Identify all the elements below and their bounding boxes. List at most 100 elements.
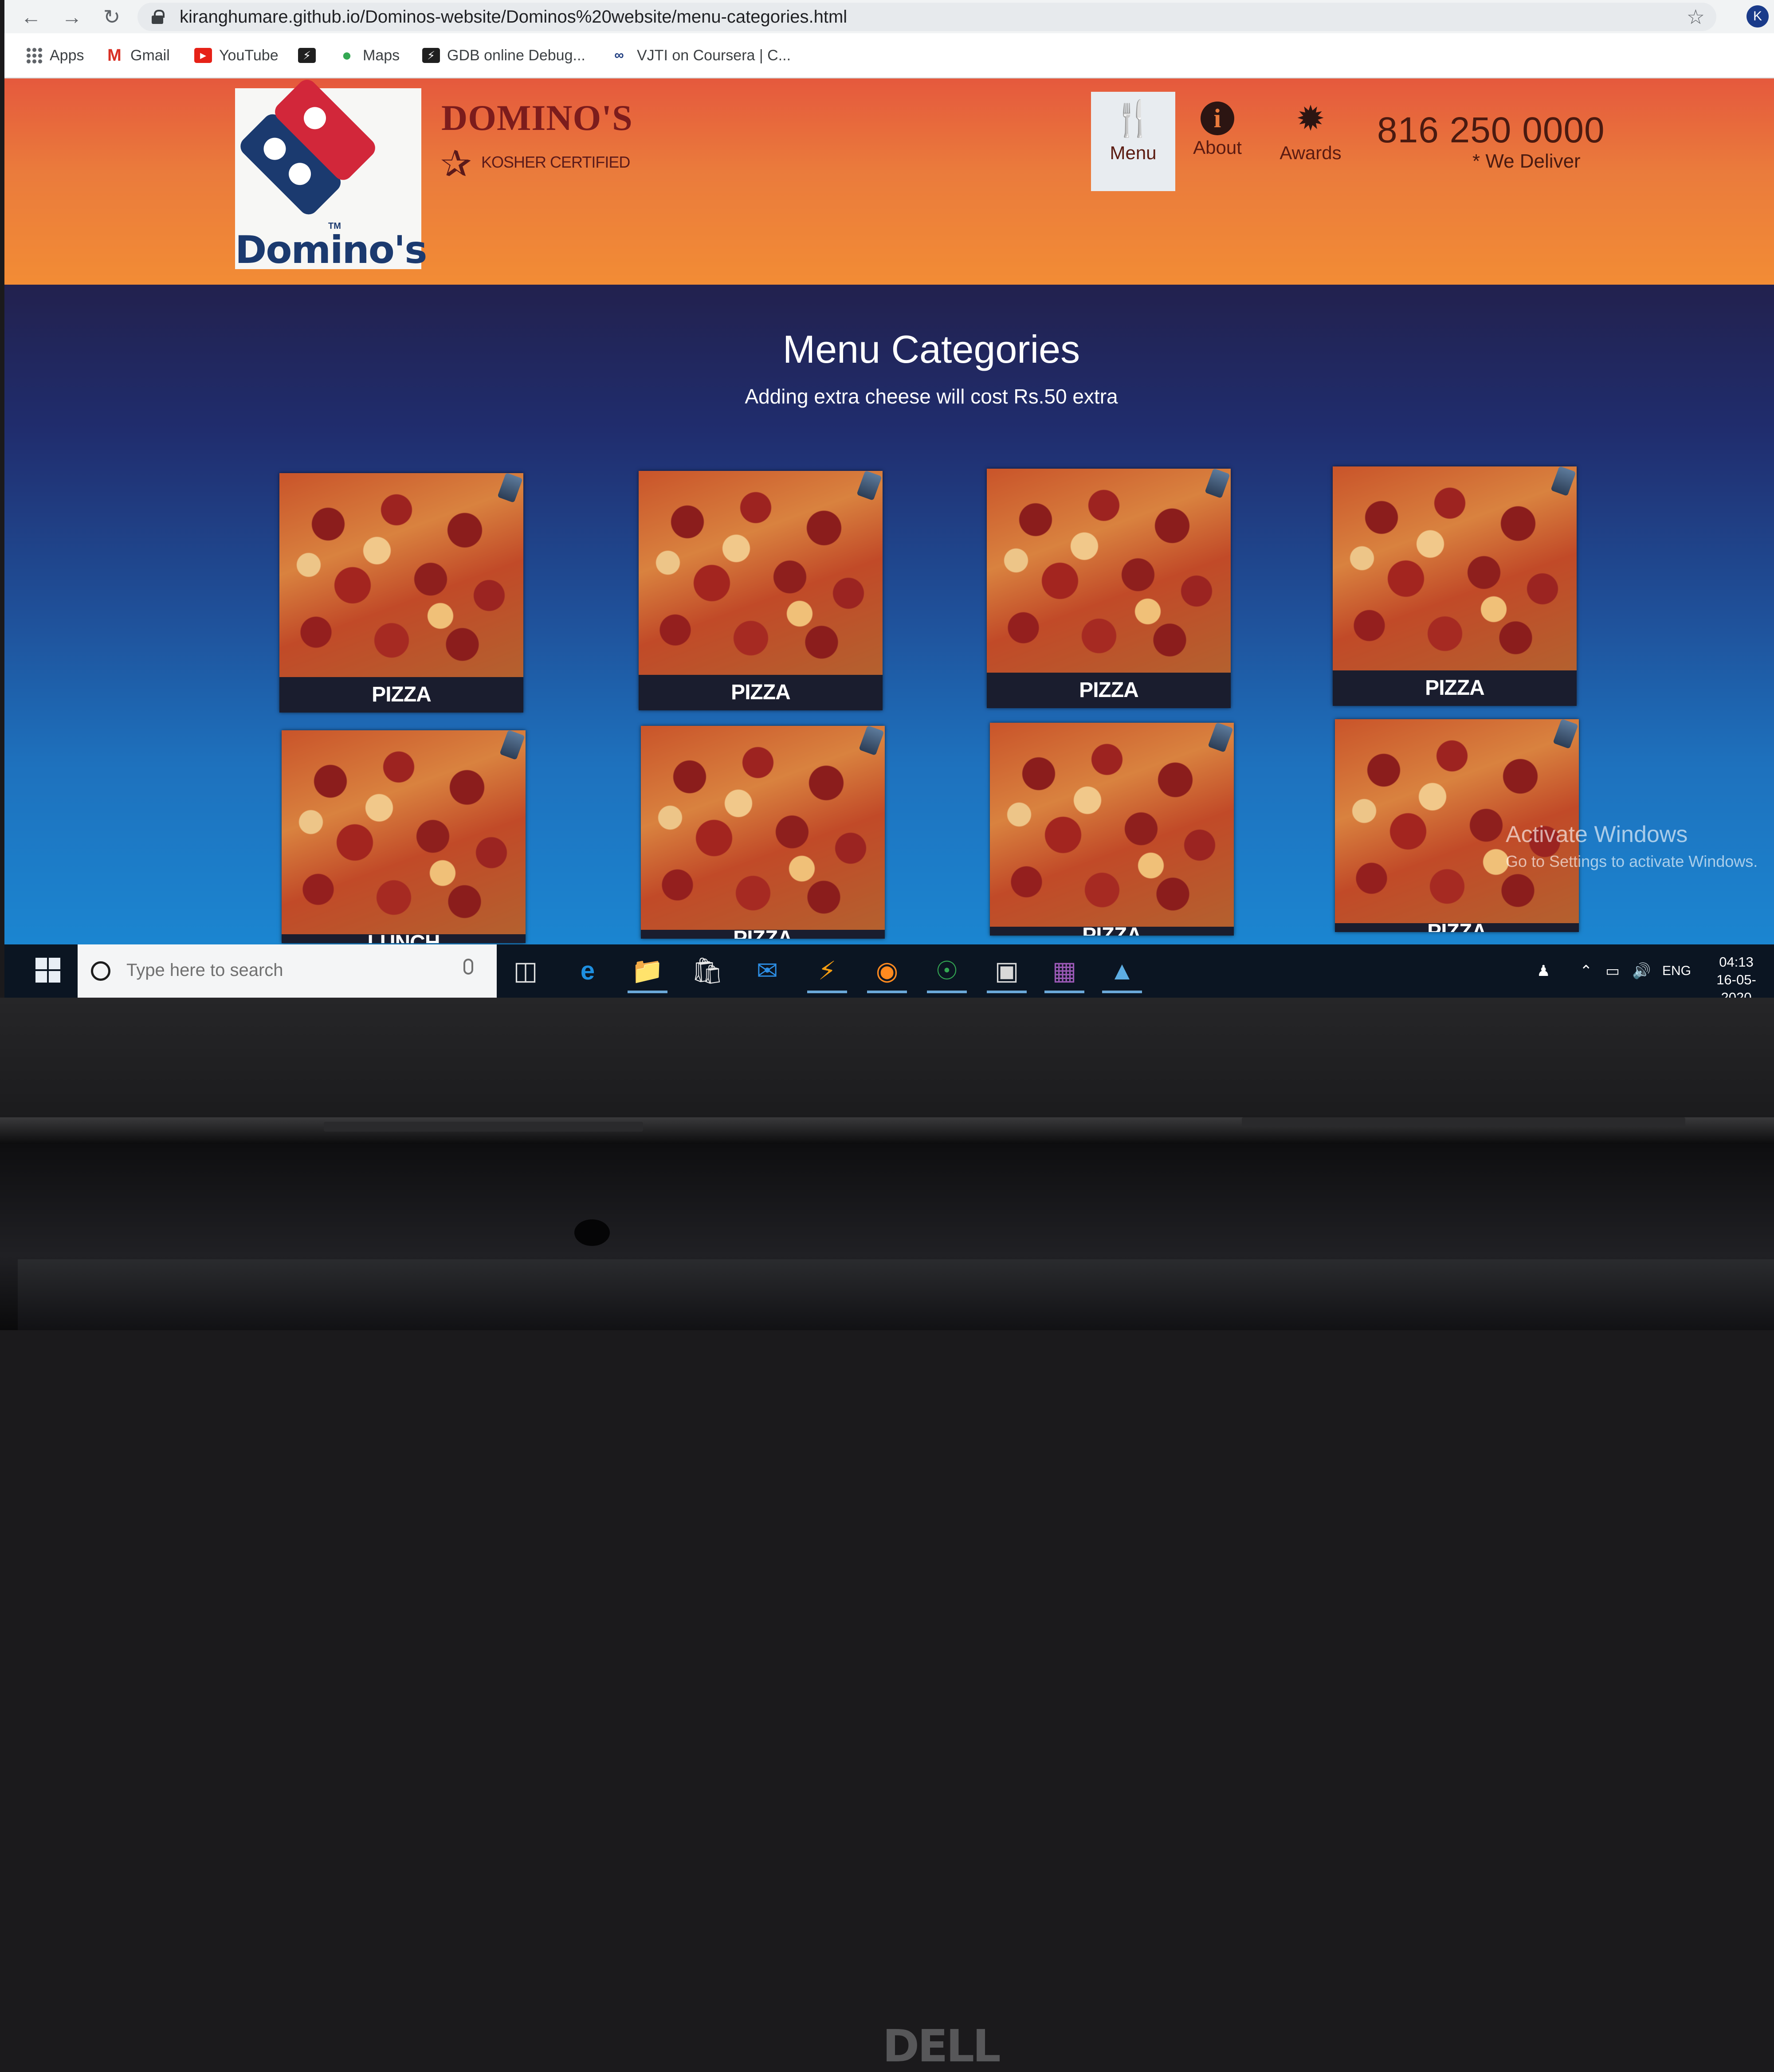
forward-arrow-icon[interactable]: → — [59, 4, 85, 30]
pizza-image — [987, 469, 1231, 673]
pizza-image — [1333, 466, 1577, 670]
chrome-icon[interactable]: ☉ — [927, 952, 967, 993]
task-view-icon[interactable]: ◫ — [506, 952, 546, 990]
category-tile-lunch[interactable]: LUNCH — [282, 730, 526, 943]
laptop-bezel: DELL — [0, 998, 1774, 2068]
page-title: Menu Categories — [782, 327, 1080, 371]
browser-toolbar: ← → ↻ kiranghumare.github.io/Dominos-web… — [4, 0, 1774, 33]
laptop-screen: ← → ↻ kiranghumare.github.io/Dominos-web… — [4, 0, 1774, 998]
category-tile-pizza[interactable]: PIZZA — [641, 726, 885, 939]
bookmark-gmail[interactable]: M Gmail — [106, 42, 170, 69]
page-subtitle: Adding extra cheese will cost Rs.50 extr… — [745, 385, 1118, 408]
store-icon[interactable]: 🛍 — [687, 952, 727, 990]
bolt-icon: ⚡ — [298, 48, 316, 63]
windows-taskbar: Type here to search ◫ e 📁 🛍 ✉ ⚡ ◉ ☉ ▣ ▦ … — [4, 944, 1774, 998]
url-text[interactable]: kiranghumare.github.io/Dominos-website/D… — [180, 3, 847, 31]
activate-windows-title: Activate Windows — [1506, 822, 1688, 847]
certificate-icon: ✹ — [1296, 99, 1325, 138]
language-indicator[interactable]: ENG — [1662, 944, 1691, 998]
domino-tile-icon — [236, 68, 393, 225]
microphone-icon[interactable] — [463, 959, 473, 975]
dominos-logo[interactable]: TM Domino's — [235, 75, 427, 272]
windows-start-icon[interactable] — [35, 958, 60, 983]
remote-desktop-icon[interactable]: ▲ — [1102, 952, 1142, 993]
terminal-icon[interactable]: ▣ — [987, 952, 1027, 993]
category-label: PIZZA — [372, 683, 432, 706]
logo-wordmark: Domino's — [235, 228, 427, 272]
taskbar-search-box[interactable]: Type here to search — [78, 944, 497, 998]
pizza-image — [279, 473, 523, 677]
category-label: LUNCH — [367, 931, 440, 943]
clock-time: 04:13 — [1719, 954, 1754, 970]
people-icon[interactable]: ♟ — [1537, 944, 1550, 998]
coursera-icon: ∞ — [614, 48, 624, 63]
pizza-image — [282, 730, 526, 934]
fork-knife-icon: 🍴 — [1111, 99, 1155, 138]
winrar-icon[interactable]: ▦ — [1044, 952, 1084, 993]
pizza-image — [641, 726, 885, 930]
nav-tab-label: About — [1193, 137, 1242, 158]
category-label: PIZZA — [731, 681, 791, 704]
bookmark-bolt[interactable]: ⚡ — [298, 42, 316, 69]
category-tile-pizza[interactable]: PIZZA — [990, 723, 1234, 936]
search-placeholder: Type here to search — [126, 960, 283, 980]
bookmark-label: Gmail — [130, 47, 170, 64]
category-tile-pizza[interactable]: PIZZA — [987, 469, 1231, 708]
category-label: PIZZA — [1427, 920, 1487, 932]
site-header: TM Domino's DOMINO'S ✰ KOSHER CERTIFIED … — [4, 75, 1774, 285]
maps-pin-icon: ● — [341, 46, 352, 65]
category-tile-pizza[interactable]: PIZZA — [639, 471, 883, 710]
file-explorer-icon[interactable]: 📁 — [628, 952, 667, 993]
volume-icon[interactable]: 🔊 — [1632, 944, 1651, 998]
laptop-base — [0, 1144, 1774, 1330]
mail-icon[interactable]: ✉ — [747, 952, 787, 990]
dell-logo: DELL — [883, 2020, 1001, 2072]
apps-grid-icon — [26, 47, 43, 64]
gmail-icon: M — [107, 46, 122, 65]
bookmark-label: VJTI on Coursera | C... — [637, 47, 791, 64]
bolt-icon: ⚡ — [422, 48, 440, 63]
profile-avatar[interactable]: K — [1747, 5, 1769, 27]
edge-icon[interactable]: e — [568, 952, 608, 990]
pizza-image — [639, 471, 883, 675]
brand-name: DOMINO'S — [441, 98, 633, 138]
bookmark-youtube[interactable]: ▶ YouTube — [194, 42, 279, 69]
firefox-icon[interactable]: ◉ — [867, 952, 907, 993]
clock-date: 16-05-2020 — [1716, 972, 1756, 998]
bookmark-star-icon[interactable]: ☆ — [1687, 5, 1705, 28]
nav-tab-menu[interactable]: 🍴 Menu — [1091, 92, 1175, 191]
nav-tab-about[interactable]: i About — [1184, 92, 1251, 191]
bookmark-apps[interactable]: Apps — [26, 42, 84, 69]
bookmark-maps[interactable]: ● Maps — [338, 42, 400, 69]
activate-windows-subtitle: Go to Settings to activate Windows. — [1506, 852, 1758, 870]
kosher-certified-text: KOSHER CERTIFIED — [481, 153, 630, 171]
reload-icon[interactable]: ↻ — [98, 4, 125, 30]
pizza-image — [990, 723, 1234, 927]
category-label: PIZZA — [733, 927, 793, 939]
back-arrow-icon[interactable]: ← — [18, 4, 44, 30]
taskbar-clock[interactable]: 04:13 16-05-2020 — [1703, 953, 1770, 998]
menu-categories-section: Menu Categories Adding extra cheese will… — [4, 285, 1774, 950]
bookmark-gdb[interactable]: ⚡ GDB online Debug... — [422, 42, 585, 69]
bookmark-coursera[interactable]: ∞ VJTI on Coursera | C... — [608, 42, 791, 69]
nav-tab-awards[interactable]: ✹ Awards — [1268, 92, 1353, 191]
category-tile-pizza[interactable]: PIZZA — [1333, 466, 1577, 706]
sublime-icon[interactable]: ⚡ — [807, 952, 847, 993]
bookmark-label: Maps — [363, 47, 400, 64]
category-tile-pizza[interactable]: PIZZA — [279, 473, 523, 713]
phone-number[interactable]: 816 250 0000 — [1377, 110, 1605, 151]
category-label: PIZZA — [1425, 676, 1485, 700]
info-icon: i — [1184, 92, 1251, 135]
lock-icon — [152, 10, 165, 24]
battery-icon[interactable]: ▭ — [1605, 944, 1620, 998]
star-icon: ✰ — [440, 143, 472, 184]
category-label: PIZZA — [1079, 678, 1139, 702]
nav-tab-label: Awards — [1279, 142, 1342, 163]
laptop-hinge — [0, 1117, 1774, 1144]
chevron-up-icon[interactable]: ⌃ — [1580, 944, 1593, 998]
bookmark-label: GDB online Debug... — [447, 47, 585, 64]
nav-tab-label: Menu — [1110, 142, 1157, 163]
we-deliver-note: * We Deliver — [1472, 150, 1581, 172]
youtube-icon: ▶ — [194, 48, 212, 63]
address-bar[interactable]: kiranghumare.github.io/Dominos-website/D… — [137, 3, 1716, 31]
